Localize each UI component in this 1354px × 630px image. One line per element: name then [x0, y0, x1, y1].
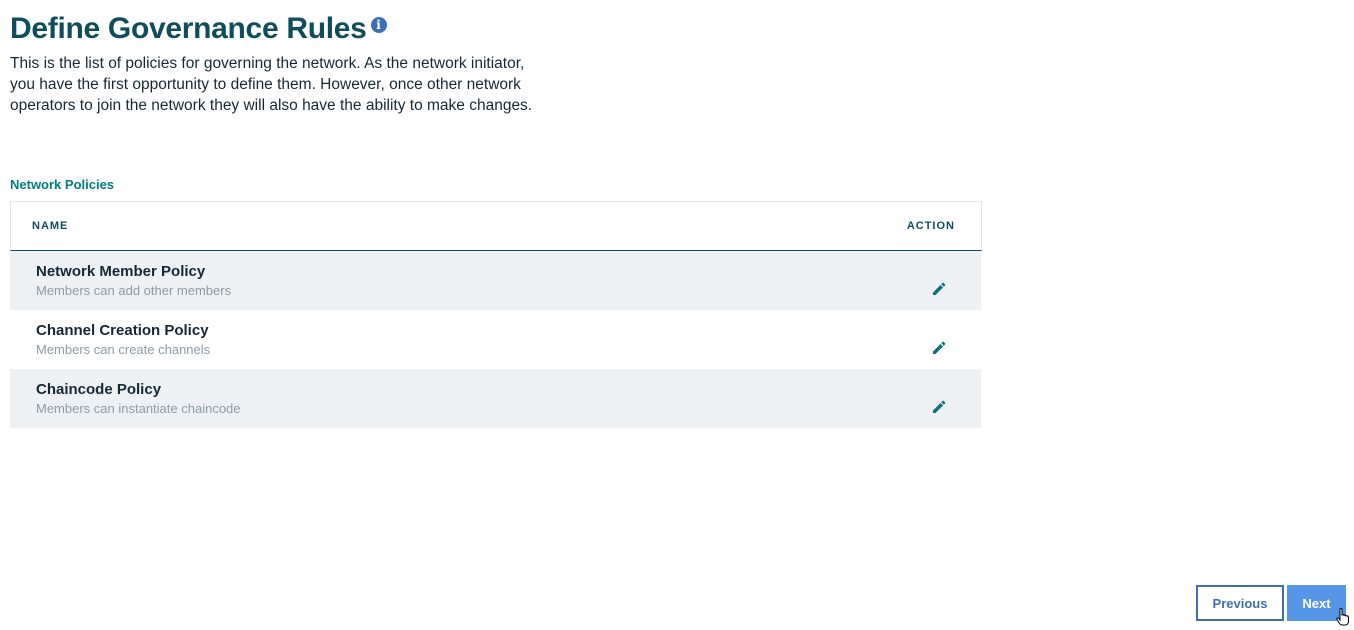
hand-pointer-cursor-icon: [1336, 608, 1349, 626]
governance-rules-page: Define Governance Rules i This is the li…: [0, 0, 1354, 630]
table-row: Chaincode Policy Members can instantiate…: [10, 369, 981, 428]
page-title: Define Governance Rules: [10, 12, 367, 45]
row-text: Channel Creation Policy Members can crea…: [36, 321, 210, 359]
table-header: NAME ACTION: [10, 201, 982, 251]
edit-chaincode-policy-button[interactable]: [931, 399, 947, 415]
row-text: Chaincode Policy Members can instantiate…: [36, 380, 241, 418]
pencil-edit-icon: [933, 400, 946, 413]
policies-table: NAME ACTION Network Member Policy Member…: [10, 201, 982, 428]
policy-name: Network Member Policy: [36, 262, 206, 280]
table-row: Network Member Policy Members can add ot…: [10, 251, 981, 310]
previous-button[interactable]: Previous: [1196, 585, 1284, 621]
pencil-edit-icon: [933, 282, 946, 295]
policy-name: Channel Creation Policy: [36, 321, 209, 339]
pencil-edit-icon: [933, 341, 946, 354]
section-label: Network Policies: [10, 177, 115, 192]
policy-description: Members can add other members: [36, 282, 232, 298]
table-row: Channel Creation Policy Members can crea…: [10, 310, 981, 369]
column-header-name: NAME: [32, 220, 69, 232]
page-description: This is the list of policies for governi…: [10, 55, 533, 114]
info-icon[interactable]: i: [370, 17, 387, 33]
policy-name: Chaincode Policy: [36, 380, 162, 398]
edit-network-member-policy-button[interactable]: [931, 281, 947, 297]
policy-description: Members can instantiate chaincode: [36, 400, 241, 416]
edit-channel-creation-policy-button[interactable]: [931, 340, 947, 356]
policy-description: Members can create channels: [36, 341, 211, 357]
row-text: Network Member Policy Members can add ot…: [36, 262, 231, 300]
column-header-action: ACTION: [906, 220, 955, 232]
title-row: Define Governance Rules i: [10, 10, 387, 48]
